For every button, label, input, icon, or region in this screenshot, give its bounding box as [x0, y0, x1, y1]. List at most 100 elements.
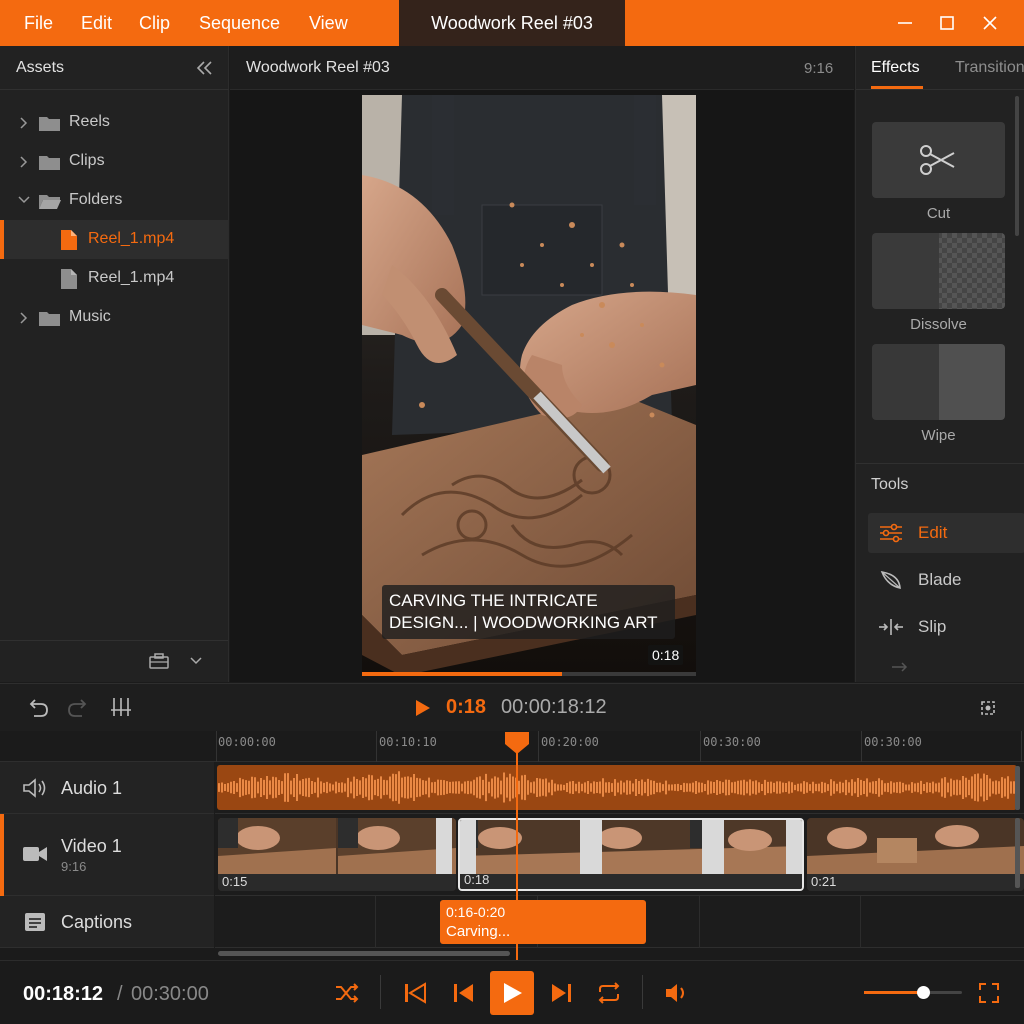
- clip-split-marker[interactable]: [702, 820, 724, 876]
- toolbox-icon[interactable]: [148, 652, 170, 670]
- track-name: Audio 1: [61, 778, 123, 798]
- tool-slip[interactable]: Slip: [868, 607, 1024, 647]
- folder-open-icon: [39, 195, 61, 209]
- track-aspect: 9:16: [61, 859, 87, 874]
- clip-thumbnails: [460, 820, 802, 874]
- volume-icon[interactable]: [664, 981, 690, 1005]
- tree-item-folders[interactable]: Folders: [0, 181, 228, 220]
- ruler-tick: [538, 731, 539, 762]
- preview-progress-track: [362, 672, 696, 676]
- menu-file[interactable]: File: [24, 0, 53, 46]
- menu-view[interactable]: View: [309, 0, 348, 46]
- split-track-icon[interactable]: [109, 695, 133, 719]
- volume-knob[interactable]: [916, 986, 930, 999]
- sliders-icon: [880, 523, 902, 543]
- blade-icon: [880, 570, 901, 590]
- ruler-label: 00:20:00: [541, 735, 599, 749]
- aspect-ratio-label: 9:16: [804, 60, 834, 77]
- tool-label: Slip: [918, 617, 947, 636]
- clip-footer: [460, 874, 802, 889]
- menu-clip[interactable]: Clip: [139, 0, 170, 46]
- undo-icon[interactable]: [24, 696, 50, 720]
- video-clip-selected[interactable]: 0:18: [458, 818, 804, 891]
- chevron-down-icon: [18, 196, 30, 204]
- folder-icon: [39, 117, 60, 131]
- divider: [380, 975, 381, 1009]
- transport-bar: 00:18:12 / 00:30:00: [0, 960, 1024, 1024]
- effect-wipe-label: Wipe: [921, 427, 956, 444]
- waveform: [218, 771, 1015, 804]
- timeline-ruler[interactable]: 00:00:00 00:10:10 00:20:00 00:30:00 00:3…: [215, 731, 1024, 762]
- chevron-right-icon: [20, 156, 28, 168]
- track-name: Captions: [61, 912, 133, 932]
- fullscreen-icon[interactable]: [977, 981, 1001, 1005]
- playhead-line[interactable]: [516, 740, 518, 960]
- effect-cut-thumb[interactable]: [872, 122, 1005, 198]
- collapse-panel-icon[interactable]: [194, 58, 216, 78]
- maximize-icon[interactable]: [932, 8, 962, 38]
- document-tab[interactable]: Woodwork Reel #03: [399, 0, 625, 46]
- close-icon[interactable]: [975, 8, 1005, 38]
- ruler-label: 00:00:00: [218, 735, 276, 749]
- track-header-video[interactable]: Video 1 9:16: [0, 814, 214, 896]
- effect-wipe-thumb[interactable]: [872, 344, 1005, 420]
- video-clip[interactable]: 0:21: [807, 818, 1024, 891]
- tree-item-clips[interactable]: Clips: [0, 142, 228, 181]
- tree-item-music[interactable]: Music: [0, 298, 228, 337]
- folder-icon: [39, 312, 60, 326]
- chevron-down-icon[interactable]: [188, 655, 204, 667]
- clip-trim-handle[interactable]: [436, 818, 452, 874]
- divider: [856, 463, 1024, 464]
- skip-to-start-icon[interactable]: [403, 981, 427, 1005]
- clip-split-marker[interactable]: [580, 820, 602, 876]
- tree-item-reels[interactable]: Reels: [0, 103, 228, 142]
- tab-transitions[interactable]: Transitions: [955, 59, 1024, 77]
- caption-clip[interactable]: 0:16-0:20 Carving...: [440, 900, 646, 944]
- track-header-audio[interactable]: Audio 1: [0, 762, 214, 814]
- track-video: 0:15 0:18 0:21: [215, 814, 1024, 896]
- redo-icon[interactable]: [66, 696, 92, 720]
- clip-trim-handle[interactable]: [460, 820, 476, 876]
- shuffle-icon[interactable]: [334, 981, 360, 1005]
- audio-clip[interactable]: [217, 765, 1017, 810]
- snap-icon[interactable]: [976, 696, 1000, 720]
- tool-edit[interactable]: Edit: [868, 513, 1024, 553]
- track-header-captions[interactable]: Captions: [0, 896, 214, 948]
- playhead-marker[interactable]: [504, 731, 530, 755]
- play-icon[interactable]: [414, 698, 432, 718]
- volume-slider[interactable]: [864, 986, 962, 999]
- effect-dissolve-thumb[interactable]: [872, 233, 1005, 309]
- effects-panel: Effects Transitions Cut Dissolve Wipe To…: [855, 46, 1024, 682]
- speaker-icon: [23, 778, 46, 798]
- video-preview[interactable]: CARVING THE INTRICATE DESIGN... | WOODWO…: [362, 95, 696, 676]
- ruler-tick: [216, 731, 217, 762]
- assets-title: Assets: [16, 59, 65, 76]
- play-button[interactable]: [490, 971, 534, 1015]
- video-clip[interactable]: 0:15: [218, 818, 456, 891]
- transport-total-time: 00:30:00: [131, 983, 209, 1005]
- file-icon: [61, 269, 77, 289]
- tool-blade[interactable]: Blade: [868, 560, 1024, 600]
- caption-clip-range: 0:16-0:20: [446, 904, 506, 920]
- tools-title: Tools: [871, 476, 909, 493]
- active-tab-indicator: [871, 86, 923, 89]
- menu-sequence[interactable]: Sequence: [199, 0, 280, 46]
- loop-icon[interactable]: [596, 981, 622, 1005]
- previous-frame-icon[interactable]: [452, 981, 476, 1005]
- menu-edit[interactable]: Edit: [81, 0, 112, 46]
- scrollbar[interactable]: [1015, 96, 1019, 236]
- track-scrollbar[interactable]: [1015, 818, 1020, 888]
- file-icon: [61, 230, 77, 250]
- tree-item-file-active[interactable]: Reel_1.mp4: [0, 220, 228, 259]
- track-scrollbar[interactable]: [1015, 766, 1020, 810]
- next-frame-icon[interactable]: [549, 981, 573, 1005]
- tree-item-file[interactable]: Reel_1.mp4: [0, 259, 228, 298]
- horizontal-scrollbar[interactable]: [218, 951, 510, 956]
- minimize-icon[interactable]: [890, 8, 920, 38]
- grid-line: [699, 896, 700, 948]
- clip-trim-handle[interactable]: [786, 820, 802, 876]
- title-bar: File Edit Clip Sequence View Woodwork Re…: [0, 0, 1024, 46]
- tab-effects[interactable]: Effects: [871, 59, 920, 77]
- tree-item-label: Music: [69, 308, 111, 325]
- ruler-label: 00:10:10: [379, 735, 437, 749]
